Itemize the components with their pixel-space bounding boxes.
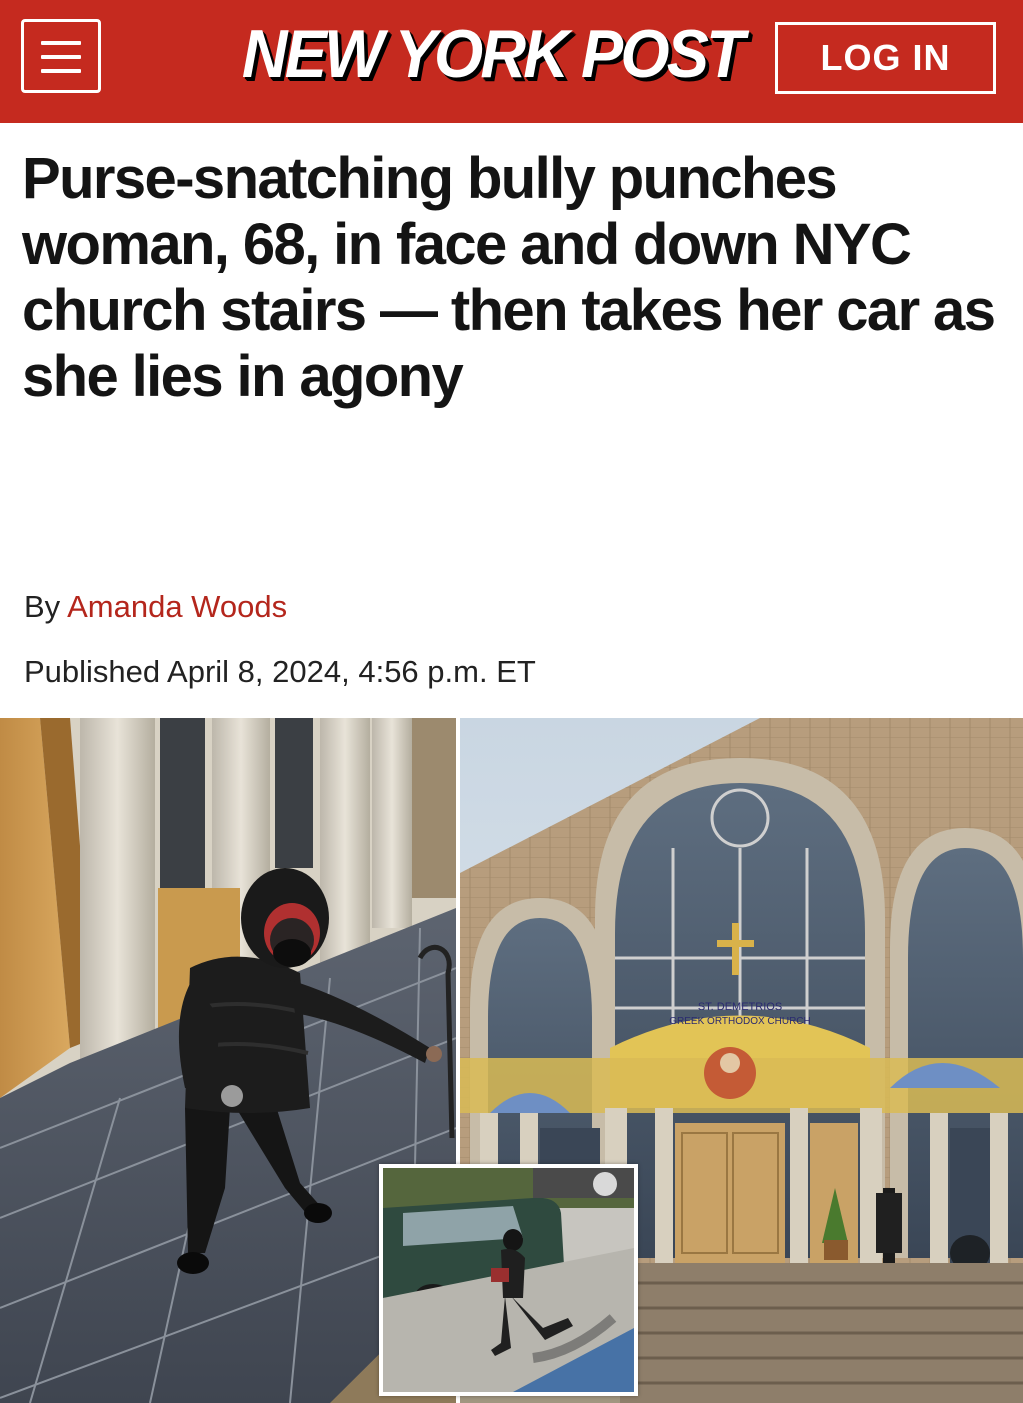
church-sign-line1: ST. DEMETRIOS xyxy=(698,1001,782,1013)
byline-prefix: By xyxy=(24,589,61,624)
published-date: Published April 8, 2024, 4:56 p.m. ET xyxy=(24,654,536,689)
login-button[interactable]: LOG IN xyxy=(775,22,996,94)
inset-photo-image xyxy=(383,1168,634,1392)
menu-button[interactable] xyxy=(21,19,101,93)
article-byline: By Amanda Woods xyxy=(24,589,287,625)
site-logo[interactable]: NEW YORK POST xyxy=(232,14,752,94)
author-link[interactable]: Amanda Woods xyxy=(67,589,287,624)
inset-photo-fleeing[interactable] xyxy=(379,1164,638,1396)
site-header: NEW YORK POST LOG IN xyxy=(0,0,1023,123)
church-sign-line2: GREEK ORTHODOX CHURCH xyxy=(669,1016,811,1027)
article-headline: Purse-snatching bully punches woman, 68,… xyxy=(22,146,996,409)
site-logo-text: NEW YORK POST xyxy=(241,16,745,92)
hamburger-menu-icon xyxy=(41,41,81,45)
